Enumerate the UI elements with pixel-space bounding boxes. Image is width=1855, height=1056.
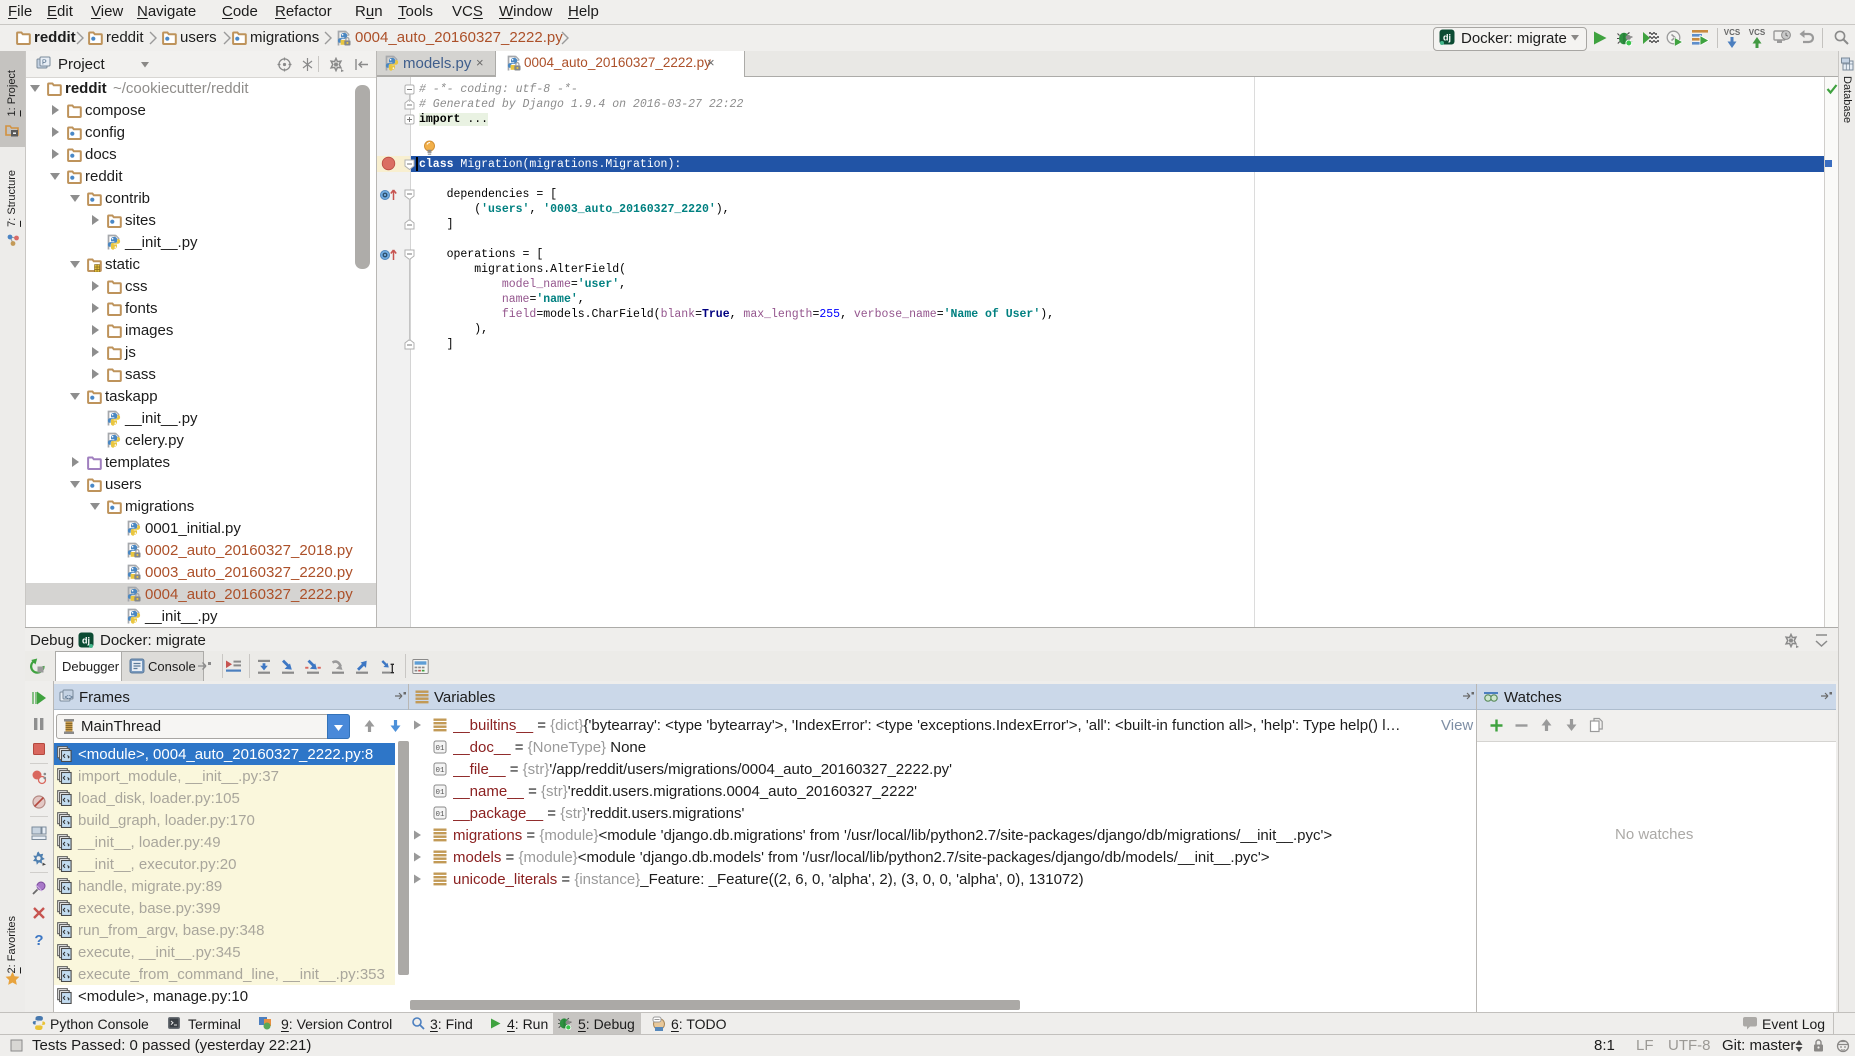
svg-text:01: 01	[435, 789, 445, 797]
svg-text:?: ?	[34, 932, 43, 947]
svg-text:01: 01	[435, 811, 445, 819]
svg-text:dj: dj	[82, 636, 90, 646]
svg-text:<>: <>	[65, 695, 73, 703]
svg-text:VCS: VCS	[1749, 28, 1766, 37]
svg-text:VCS: VCS	[1724, 28, 1741, 37]
svg-text:01: 01	[435, 767, 445, 775]
svg-text:01: 01	[435, 745, 445, 753]
svg-text:dj: dj	[1443, 33, 1451, 43]
svg-text:P: P	[42, 60, 47, 67]
